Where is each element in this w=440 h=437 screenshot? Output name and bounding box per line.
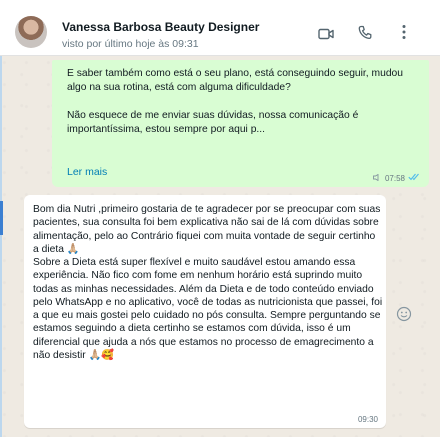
outgoing-message-text: E saber também como está o seu plano, es… bbox=[67, 68, 403, 135]
incoming-message-text: Bom dia Nutri ,primeiro gostaria de te a… bbox=[33, 204, 383, 361]
outgoing-message-time: 07:58 bbox=[384, 173, 405, 183]
phone-icon[interactable] bbox=[358, 25, 372, 45]
video-icon[interactable] bbox=[318, 27, 334, 45]
contact-name[interactable]: Vanessa Barbosa Beauty Designer bbox=[62, 20, 259, 34]
speaker-icon bbox=[373, 173, 382, 183]
chat-header: Vanessa Barbosa Beauty Designer visto po… bbox=[0, 0, 440, 56]
read-more-link[interactable]: Ler mais bbox=[67, 166, 107, 178]
selection-marker bbox=[0, 201, 3, 235]
outgoing-message-meta: 07:58 bbox=[373, 173, 421, 183]
contact-status: visto por último hoje às 09:31 bbox=[62, 38, 199, 50]
incoming-message-time: 09:30 bbox=[357, 415, 378, 424]
incoming-message[interactable]: Bom dia Nutri ,primeiro gostaria de te a… bbox=[24, 195, 386, 428]
emoji-reaction-icon[interactable] bbox=[396, 306, 412, 327]
avatar[interactable] bbox=[15, 16, 47, 48]
outgoing-message[interactable]: E saber também como está o seu plano, es… bbox=[52, 60, 429, 187]
more-vertical-icon[interactable] bbox=[401, 24, 407, 45]
double-check-icon bbox=[408, 173, 421, 183]
